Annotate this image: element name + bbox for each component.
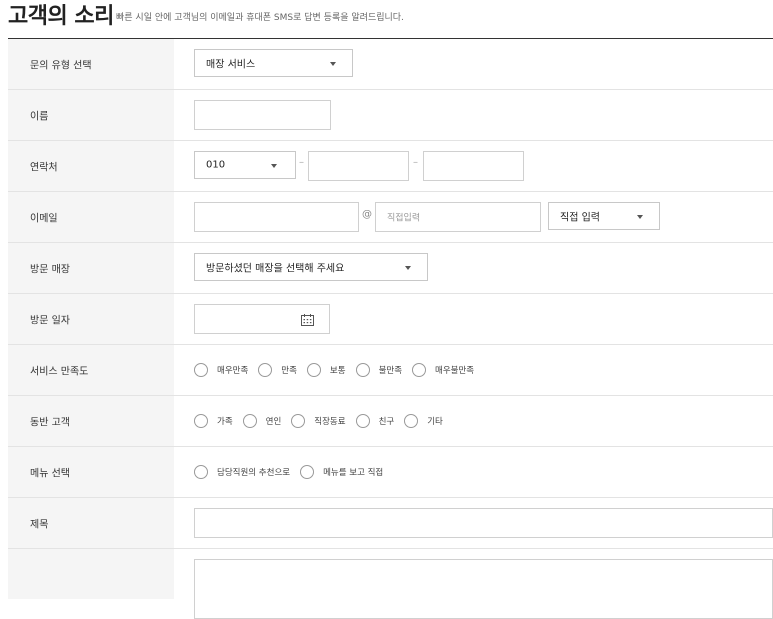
phone-prefix-select[interactable]: 010 xyxy=(194,151,296,179)
inquiry-type-value: 매장 서비스 xyxy=(206,59,256,71)
companion-option[interactable]: 직장동료 xyxy=(291,414,346,428)
visit-store-select[interactable]: 방문하셨던 매장을 선택해 주세요 xyxy=(194,253,428,281)
menu-choice-radio-group: 담당직원의 추천으로 메뉴를 보고 직접 xyxy=(194,447,393,497)
phone-last-input[interactable] xyxy=(423,151,524,181)
radio-button[interactable] xyxy=(194,363,208,377)
chevron-down-icon xyxy=(271,164,277,168)
satisfaction-option[interactable]: 매우불만족 xyxy=(412,363,474,377)
menu-choice-option[interactable]: 담당직원의 추천으로 xyxy=(194,465,290,479)
companion-option[interactable]: 기타 xyxy=(404,414,443,428)
subject-input[interactable] xyxy=(194,508,773,538)
email-domain-input[interactable]: 직접입력 xyxy=(375,202,541,232)
row-menu-choice: 메뉴 선택 담당직원의 추천으로 메뉴를 보고 직접 xyxy=(8,447,773,498)
content-textarea[interactable] xyxy=(194,559,773,619)
satisfaction-label: 서비스 만족도 xyxy=(30,366,89,378)
page-subtitle: 빠른 시일 안에 고객님의 이메일과 휴대폰 SMS로 답변 등록을 알려드립니… xyxy=(116,13,404,23)
chevron-down-icon xyxy=(637,215,643,219)
satisfaction-option[interactable]: 만족 xyxy=(258,363,297,377)
satisfaction-option[interactable]: 매우만족 xyxy=(194,363,248,377)
visit-date-label: 방문 일자 xyxy=(30,315,70,327)
companion-option[interactable]: 연인 xyxy=(242,414,281,428)
row-content xyxy=(8,549,773,619)
row-name: 이름 xyxy=(8,90,773,141)
radio-button[interactable] xyxy=(306,363,321,377)
companion-option[interactable]: 친구 xyxy=(355,414,394,428)
page-header: 고객의 소리 빠른 시일 안에 고객님의 이메일과 휴대폰 SMS로 답변 등록… xyxy=(0,0,773,39)
name-label: 이름 xyxy=(30,111,49,123)
row-visit-store: 방문 매장 방문하셨던 매장을 선택해 주세요 xyxy=(8,243,773,294)
radio-button[interactable] xyxy=(194,465,208,479)
satisfaction-radio-group: 매우만족 만족 보통 불만족 매우불만족 xyxy=(194,345,484,395)
companion-option[interactable]: 가족 xyxy=(194,414,233,428)
email-domain-placeholder: 직접입력 xyxy=(387,213,421,224)
radio-button[interactable] xyxy=(194,414,208,428)
visit-store-label: 방문 매장 xyxy=(30,264,70,276)
inquiry-type-label: 문의 유형 선택 xyxy=(30,60,92,72)
satisfaction-option[interactable]: 보통 xyxy=(306,363,346,377)
row-email: 이메일 @ 직접입력 직접 입력 xyxy=(8,192,773,243)
satisfaction-option[interactable]: 불만족 xyxy=(355,363,402,377)
menu-choice-label: 메뉴 선택 xyxy=(30,468,70,480)
chevron-down-icon xyxy=(330,62,336,66)
email-label: 이메일 xyxy=(30,213,58,225)
row-visit-date: 방문 일자 xyxy=(8,294,773,345)
email-domain-select-value: 직접 입력 xyxy=(560,212,600,224)
chevron-down-icon xyxy=(405,266,411,270)
companion-radio-group: 가족 연인 직장동료 친구 기타 xyxy=(194,396,453,446)
radio-button[interactable] xyxy=(258,363,273,377)
row-contact: 연락처 010 – – xyxy=(8,141,773,192)
visit-store-value: 방문하셨던 매장을 선택해 주세요 xyxy=(206,263,345,275)
row-satisfaction: 서비스 만족도 매우만족 만족 보통 불만족 매우불만족 xyxy=(8,345,773,396)
voc-form: 문의 유형 선택 매장 서비스 이름 연락처 010 – – 이메일 @ 직접입… xyxy=(8,39,773,619)
phone-dash: – xyxy=(413,157,418,168)
email-domain-select[interactable]: 직접 입력 xyxy=(548,202,660,230)
subject-label: 제목 xyxy=(30,519,49,531)
menu-choice-option[interactable]: 메뉴를 보고 직접 xyxy=(300,465,383,479)
radio-button[interactable] xyxy=(242,414,257,428)
phone-dash: – xyxy=(299,157,304,168)
radio-button[interactable] xyxy=(300,465,315,479)
email-at-sign: @ xyxy=(362,209,372,220)
companion-label: 동반 고객 xyxy=(30,417,70,429)
radio-button[interactable] xyxy=(291,414,306,428)
radio-button[interactable] xyxy=(404,414,419,428)
visit-date-input[interactable] xyxy=(194,304,330,334)
phone-prefix-value: 010 xyxy=(206,159,226,171)
radio-button[interactable] xyxy=(355,414,370,428)
radio-button[interactable] xyxy=(355,363,370,377)
contact-label: 연락처 xyxy=(30,162,58,174)
phone-middle-input[interactable] xyxy=(308,151,409,181)
row-inquiry-type: 문의 유형 선택 매장 서비스 xyxy=(8,39,773,90)
name-input[interactable] xyxy=(194,100,331,130)
inquiry-type-select[interactable]: 매장 서비스 xyxy=(194,49,353,77)
calendar-icon[interactable] xyxy=(301,314,314,326)
email-local-input[interactable] xyxy=(194,202,359,232)
radio-button[interactable] xyxy=(412,363,427,377)
page-title: 고객의 소리 xyxy=(8,4,114,29)
row-companion: 동반 고객 가족 연인 직장동료 친구 기타 xyxy=(8,396,773,447)
row-subject: 제목 xyxy=(8,498,773,549)
